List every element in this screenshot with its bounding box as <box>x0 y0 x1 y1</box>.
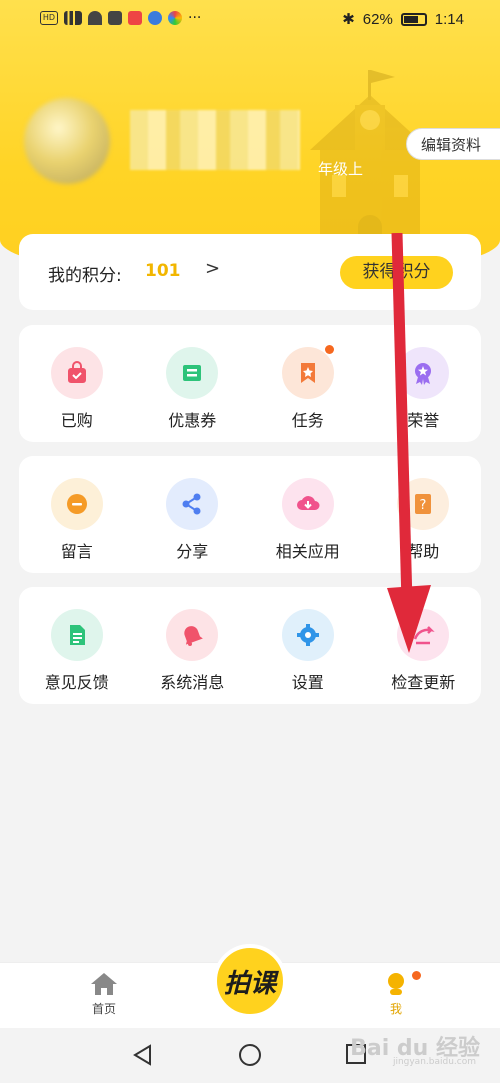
nav-me-notification-dot <box>412 971 421 980</box>
battery-icon <box>400 12 427 26</box>
message-icon <box>50 478 103 530</box>
menu-item-label: 分享 <box>176 542 209 561</box>
help-icon: ? <box>397 478 450 530</box>
menu-item-coupons[interactable]: 优惠券 <box>135 325 251 442</box>
nav-center-paike-button[interactable]: 拍课 <box>213 944 287 1018</box>
coupon-icon <box>166 347 219 399</box>
menu-item-share[interactable]: 分享 <box>135 456 251 573</box>
blurred-username <box>130 110 300 170</box>
gear-icon <box>281 609 334 661</box>
medal-icon <box>397 347 450 399</box>
menu-item-label: 检查更新 <box>391 673 456 692</box>
menu-item-label: 设置 <box>291 673 324 692</box>
person-icon <box>388 973 404 995</box>
menu-item-system-messages[interactable]: 系统消息 <box>135 587 251 704</box>
bell-icon <box>166 609 219 661</box>
menu-item-label: 留言 <box>60 542 93 561</box>
menu-item-label: 任务 <box>291 411 324 430</box>
nav-home-label: 首页 <box>91 1002 116 1016</box>
signal-icon <box>64 11 82 25</box>
task-bookmark-icon <box>281 345 334 399</box>
hd-icon: HD <box>40 11 58 25</box>
notification-dot <box>324 345 334 354</box>
menu-item-label: 荣誉 <box>407 411 440 430</box>
music-icon <box>148 11 162 25</box>
battery-percent: 62% <box>362 10 393 28</box>
status-bar: HD ··· ✱ 62% 1:14 <box>0 0 500 38</box>
menu-item-honors[interactable]: 荣誉 <box>366 325 482 442</box>
menu-item-check-update[interactable]: 检查更新 <box>366 587 482 704</box>
menu-item-messages[interactable]: 留言 <box>19 456 135 573</box>
grade-label: 年级上 <box>318 160 364 178</box>
menu-item-purchased[interactable]: 已购 <box>19 325 135 442</box>
update-icon <box>397 609 450 661</box>
share-icon <box>166 478 219 530</box>
menu-item-settings[interactable]: 设置 <box>250 587 366 704</box>
menu-item-label: 意见反馈 <box>44 673 109 692</box>
menu-card-3: 意见反馈 系统消息 设置 检查更新 <box>19 587 481 704</box>
svg-text:?: ? <box>420 498 427 513</box>
edit-profile-button[interactable]: 编辑资料 <box>406 128 500 160</box>
menu-item-tasks[interactable]: 任务 <box>250 325 366 442</box>
wifi-icon <box>88 11 102 25</box>
app-notification-red-icon <box>128 11 142 25</box>
back-icon[interactable] <box>131 1043 155 1067</box>
menu-item-feedback[interactable]: 意见反馈 <box>19 587 135 704</box>
chevron-right-icon[interactable]: > <box>205 258 220 279</box>
nav-me-label: 我 <box>389 1002 402 1016</box>
shopping-bag-icon <box>50 347 103 399</box>
menu-card-2: 留言 分享 相关应用 ? 帮助 <box>19 456 481 573</box>
app-colorful-icon <box>168 11 182 25</box>
feedback-doc-icon <box>50 609 103 661</box>
menu-item-label: 帮助 <box>407 542 440 561</box>
avatar[interactable] <box>24 98 110 184</box>
cloud-download-icon <box>281 478 334 530</box>
home-circle-icon[interactable] <box>238 1043 262 1067</box>
bluetooth-icon: ✱ <box>342 11 355 28</box>
menu-item-label: 相关应用 <box>275 542 340 561</box>
points-value[interactable]: 101 <box>145 261 181 281</box>
menu-item-label: 已购 <box>60 411 93 430</box>
menu-item-label: 优惠券 <box>168 411 217 430</box>
app-notification-icon <box>108 11 122 25</box>
baidu-watermark-url: jingyan.baidu.com <box>392 1057 476 1067</box>
menu-card-1: 已购 优惠券 任务 荣誉 <box>19 325 481 442</box>
points-label: 我的积分: <box>48 266 122 286</box>
menu-item-related-apps[interactable]: 相关应用 <box>250 456 366 573</box>
nav-home[interactable]: 首页 <box>74 971 134 1017</box>
more-dots-icon: ··· <box>188 10 202 26</box>
points-card: 我的积分: 101 > 获得积分 <box>19 234 481 310</box>
menu-item-help[interactable]: ? 帮助 <box>366 456 482 573</box>
clock: 1:14 <box>434 10 464 28</box>
menu-item-label: 系统消息 <box>160 673 225 692</box>
earn-points-button[interactable]: 获得积分 <box>340 256 453 289</box>
home-icon <box>91 973 117 995</box>
